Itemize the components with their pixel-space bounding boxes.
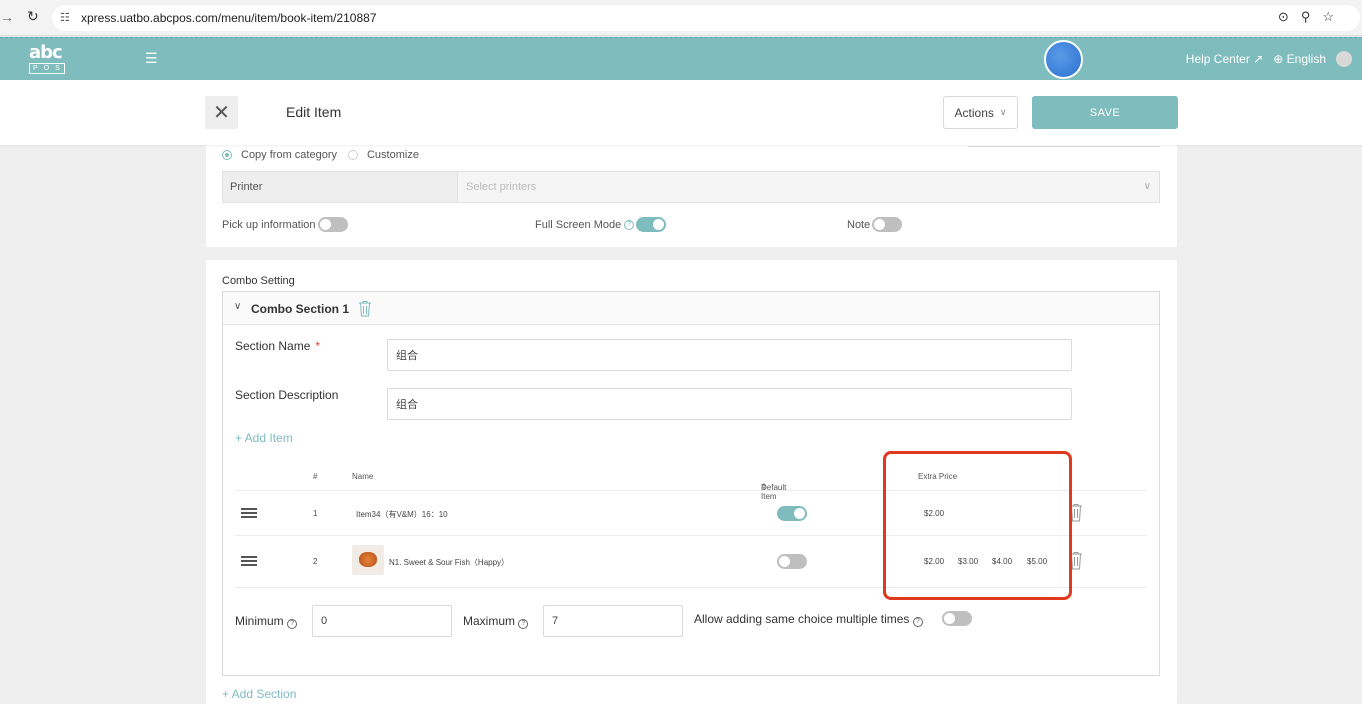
allow-same-choice-label: Allow adding same choice multiple times … (694, 612, 925, 627)
user-avatar[interactable] (1336, 51, 1352, 67)
pickup-toggle[interactable] (317, 217, 348, 232)
app-header: abc POS ☰ Help Center ↗ ⊕ English (0, 37, 1362, 80)
logo-text: abc (29, 42, 63, 63)
store-avatar[interactable] (1044, 40, 1083, 79)
printer-settings-card: Copy from category Customize Printer Sel… (206, 138, 1177, 247)
chevron-down-icon[interactable]: ∨ (234, 301, 241, 312)
actions-dropdown[interactable]: Actions ∨ (943, 96, 1018, 129)
allow-same-choice-toggle[interactable] (942, 611, 972, 626)
help-question-icon[interactable]: ? (518, 619, 529, 629)
row-index: 1 (313, 509, 318, 518)
browser-toolbar: → ↻ ☷ xpress.uatbo.abcpos.com/menu/item/… (0, 0, 1362, 36)
close-button[interactable]: ✕ (205, 96, 238, 129)
required-marker: * (315, 339, 321, 353)
pickup-toggle-row: Pick up information (222, 217, 348, 232)
default-item-toggle[interactable] (777, 506, 807, 521)
radio-customize[interactable] (347, 150, 358, 160)
printer-field: Printer Select printers ∨ (222, 171, 1160, 203)
reload-icon[interactable]: ↻ (27, 8, 39, 25)
note-label: Note (847, 218, 871, 231)
menu-toggle-icon[interactable]: ☰ (145, 50, 158, 67)
note-toggle-row: Note (847, 217, 903, 232)
help-center-label: Help Center (1185, 52, 1250, 66)
logo-subtext: POS (29, 63, 65, 74)
abc-pos-logo[interactable]: abc POS (29, 42, 65, 74)
fullscreen-label: Full Screen Mode (535, 218, 622, 231)
add-item-link[interactable]: + Add Item (235, 431, 293, 445)
extra-price-highlight-box (883, 451, 1072, 600)
minimum-label: Minimum ? (235, 614, 299, 629)
forward-arrow-icon[interactable]: → (0, 9, 14, 25)
address-bar[interactable]: ☷ xpress.uatbo.abcpos.com/menu/item/book… (52, 5, 1360, 31)
col-name: Name (352, 472, 374, 481)
fullscreen-toggle-row: Full Screen Mode ? (535, 217, 667, 232)
section-description-input[interactable]: 组合 (387, 388, 1072, 420)
printer-source-radio-group: Copy from category Customize (222, 149, 419, 161)
actions-label: Actions (954, 105, 994, 120)
page-title: Edit Item (286, 104, 342, 120)
chevron-down-icon: ∨ (1143, 181, 1151, 192)
section-name-text: Section Name (235, 339, 311, 353)
location-icon[interactable]: ⊙ (1278, 9, 1301, 24)
fullscreen-toggle[interactable] (636, 217, 667, 232)
radio-customize-label[interactable]: Customize (367, 149, 419, 161)
section-name-input[interactable]: 组合 (387, 339, 1072, 371)
row-item-name: N1. Sweet & Sour Fish（Happy） (389, 558, 510, 567)
header-right: Help Center ↗ ⊕ English (1186, 51, 1352, 67)
col-index: # (313, 472, 318, 481)
maximum-input[interactable]: 7 (543, 605, 683, 637)
section-name-label: Section Name * (235, 339, 320, 353)
row-item-name: Item34（有V&M）16：10 (356, 510, 448, 519)
section-description-label: Section Description (235, 388, 339, 402)
default-item-toggle[interactable] (777, 554, 807, 569)
site-settings-icon[interactable]: ☷ (60, 11, 70, 24)
printer-label: Printer (223, 172, 458, 202)
note-toggle[interactable] (872, 217, 903, 232)
printer-select[interactable]: Select printers ∨ (458, 172, 1159, 202)
minimum-text: Minimum (235, 614, 284, 628)
radio-copy-from-category[interactable] (222, 150, 232, 160)
address-bar-icons: ⊙⚲☆ (1278, 9, 1346, 25)
divider (968, 146, 1160, 147)
maximum-label: Maximum ? (463, 614, 530, 629)
language-label: English (1286, 52, 1326, 66)
save-button[interactable]: SAVE (1032, 96, 1178, 129)
add-section-link[interactable]: + Add Section (222, 687, 296, 701)
combo-section-header[interactable]: ∨ Combo Section 1 (223, 292, 1159, 325)
minimum-input[interactable]: 0 (312, 605, 452, 637)
close-icon: ✕ (213, 102, 230, 124)
allow-same-choice-text: Allow adding same choice multiple times (694, 612, 910, 626)
bookmark-star-icon[interactable]: ☆ (1322, 9, 1346, 24)
language-switch[interactable]: ⊕ English (1273, 52, 1326, 66)
drag-handle-icon[interactable] (241, 508, 257, 518)
radio-copy-label[interactable]: Copy from category (241, 149, 337, 161)
zoom-icon[interactable]: ⚲ (1301, 9, 1323, 24)
globe-icon: ⊕ (1273, 52, 1284, 66)
trash-icon[interactable] (358, 300, 372, 317)
help-center-link[interactable]: Help Center ↗ (1186, 52, 1263, 66)
maximum-text: Maximum (463, 614, 516, 628)
chevron-down-icon: ∨ (999, 107, 1007, 117)
url-text[interactable]: xpress.uatbo.abcpos.com/menu/item/book-i… (81, 11, 377, 25)
row-index: 2 (313, 557, 318, 566)
combo-section-title: Combo Section 1 (251, 302, 350, 316)
item-thumbnail (352, 545, 384, 575)
pickup-label: Pick up information (222, 218, 316, 231)
help-question-icon[interactable]: ? (287, 619, 298, 629)
drag-handle-icon[interactable] (241, 556, 257, 566)
edit-item-topbar: ✕ Edit Item Actions ∨ SAVE (0, 80, 1362, 145)
external-link-icon: ↗ (1253, 52, 1264, 66)
printer-placeholder: Select printers (466, 181, 537, 193)
help-question-icon[interactable]: ? (912, 617, 923, 627)
help-question-icon[interactable]: ? (624, 219, 635, 230)
combo-setting-title: Combo Setting (222, 275, 295, 287)
